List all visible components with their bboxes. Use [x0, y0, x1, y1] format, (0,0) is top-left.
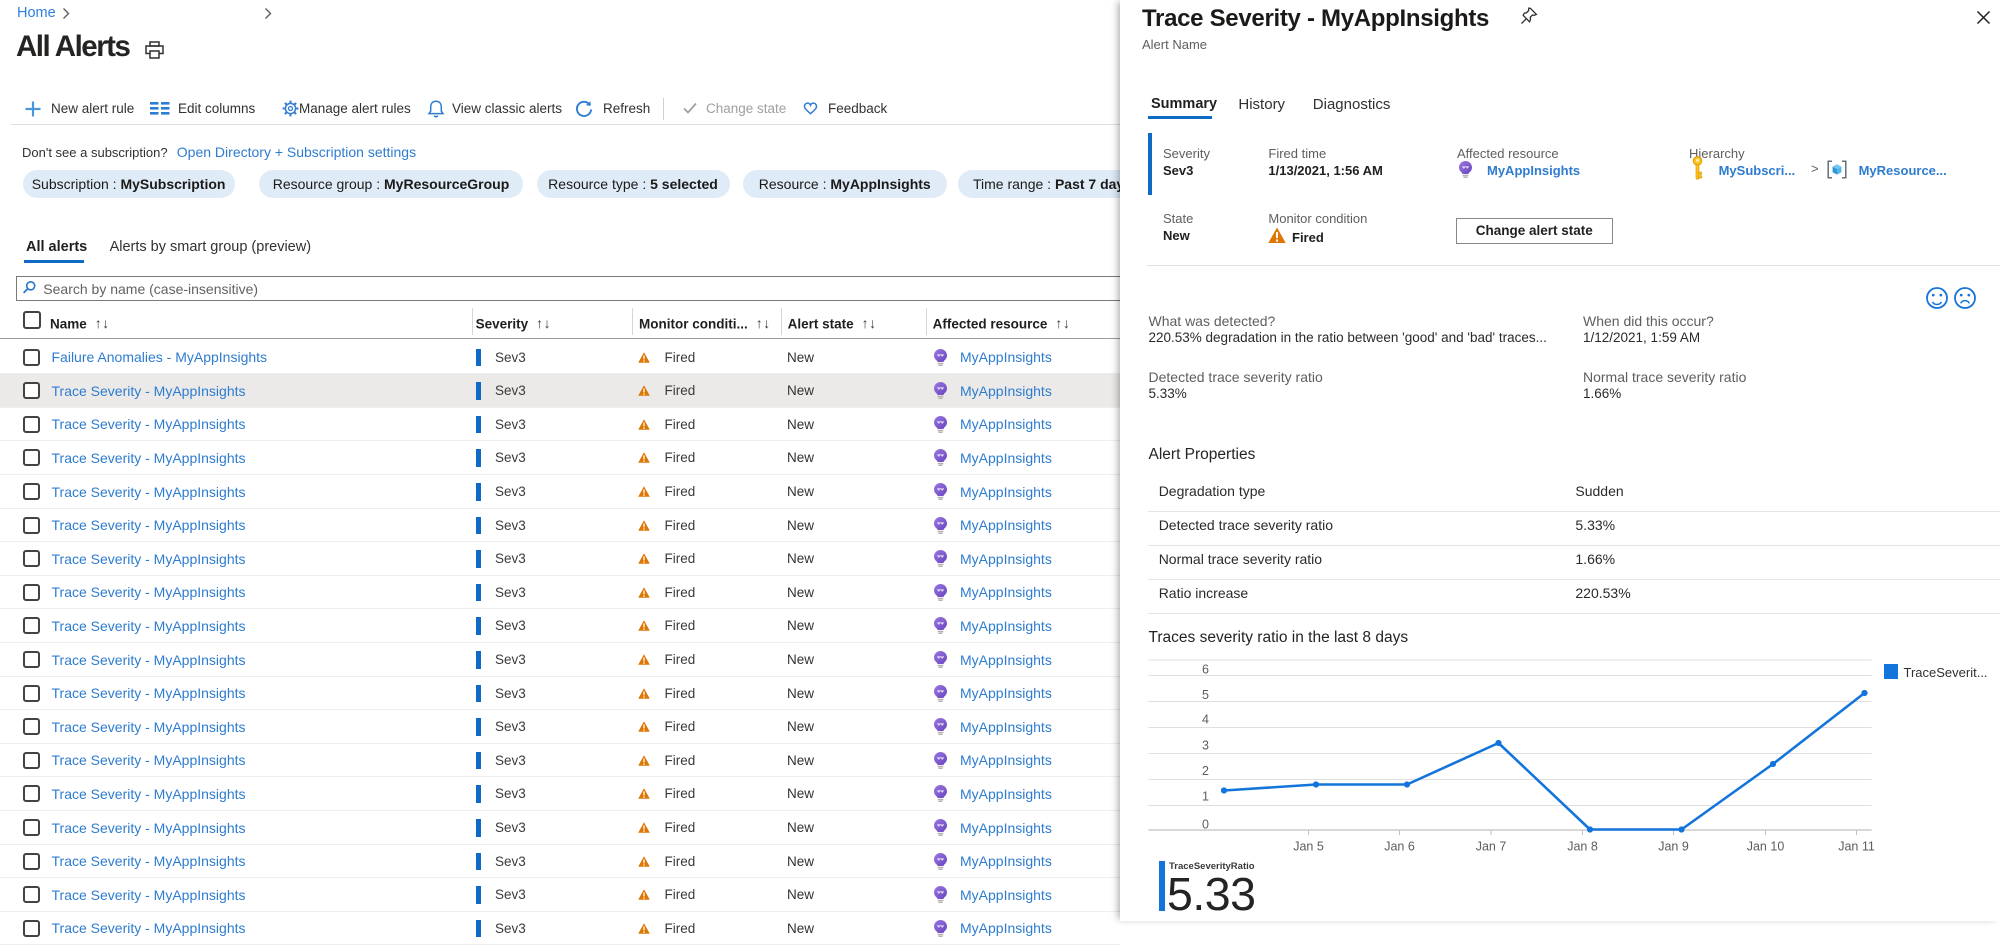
svg-text:2: 2 [1202, 764, 1209, 778]
svg-text:3: 3 [1202, 738, 1209, 752]
svg-text:Jan 8: Jan 8 [1567, 840, 1598, 854]
svg-text:4: 4 [1202, 712, 1209, 726]
svg-text:6: 6 [1202, 662, 1209, 676]
svg-text:1: 1 [1202, 789, 1209, 803]
svg-text:Jan 6: Jan 6 [1384, 840, 1415, 854]
svg-text:5: 5 [1202, 688, 1209, 702]
svg-text:Jan 5: Jan 5 [1293, 840, 1324, 854]
svg-text:0: 0 [1202, 817, 1209, 831]
svg-text:Jan 10: Jan 10 [1747, 840, 1785, 854]
svg-text:Jan 9: Jan 9 [1658, 840, 1689, 854]
svg-text:Jan 11: Jan 11 [1838, 840, 1875, 854]
svg-text:Jan 7: Jan 7 [1476, 840, 1507, 854]
